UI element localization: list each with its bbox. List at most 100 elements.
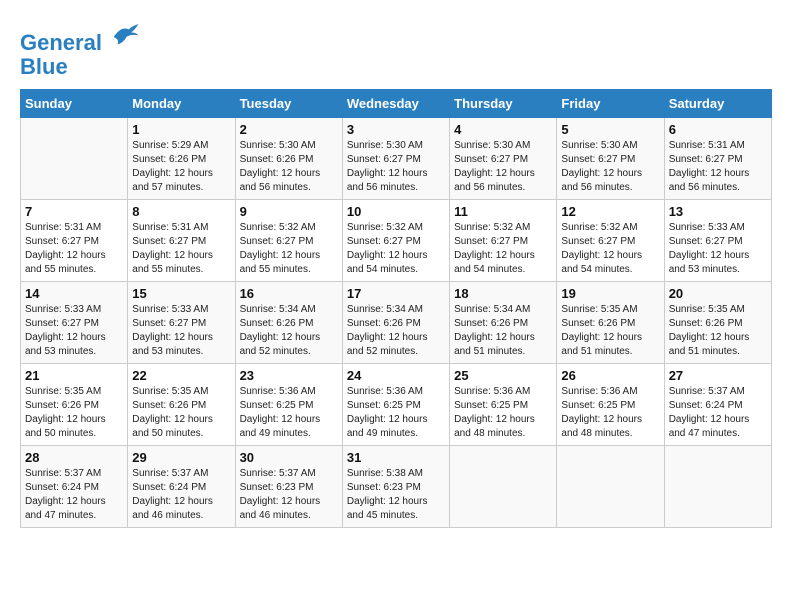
week-row-4: 21 Sunrise: 5:35 AMSunset: 6:26 PMDayligh…	[21, 364, 772, 446]
day-cell: 5 Sunrise: 5:30 AMSunset: 6:27 PMDaylight…	[557, 118, 664, 200]
day-info: Sunrise: 5:36 AMSunset: 6:25 PMDaylight:…	[347, 385, 445, 441]
day-cell: 20 Sunrise: 5:35 AMSunset: 6:26 PMDayligh…	[664, 282, 771, 364]
day-number: 1	[132, 122, 230, 137]
calendar-header-row: SundayMondayTuesdayWednesdayThursdayFrid…	[21, 90, 772, 118]
day-info: Sunrise: 5:36 AMSunset: 6:25 PMDaylight:…	[454, 385, 552, 441]
day-info: Sunrise: 5:34 AMSunset: 6:26 PMDaylight:…	[454, 303, 552, 359]
day-number: 29	[132, 450, 230, 465]
day-number: 8	[132, 204, 230, 219]
day-cell	[450, 446, 557, 528]
day-info: Sunrise: 5:35 AMSunset: 6:26 PMDaylight:…	[25, 385, 123, 441]
day-cell: 16 Sunrise: 5:34 AMSunset: 6:26 PMDayligh…	[235, 282, 342, 364]
day-info: Sunrise: 5:31 AMSunset: 6:27 PMDaylight:…	[25, 221, 123, 277]
week-row-1: 1 Sunrise: 5:29 AMSunset: 6:26 PMDaylight…	[21, 118, 772, 200]
day-info: Sunrise: 5:32 AMSunset: 6:27 PMDaylight:…	[240, 221, 338, 277]
day-number: 2	[240, 122, 338, 137]
day-cell: 18 Sunrise: 5:34 AMSunset: 6:26 PMDayligh…	[450, 282, 557, 364]
day-cell: 13Sunrise: 5:33 AMSunset: 6:27 PMDayligh…	[664, 200, 771, 282]
day-info: Sunrise: 5:32 AMSunset: 6:27 PMDaylight:…	[454, 221, 552, 277]
header-sunday: Sunday	[21, 90, 128, 118]
day-number: 11	[454, 204, 552, 219]
day-info: Sunrise: 5:31 AMSunset: 6:27 PMDaylight:…	[669, 139, 767, 195]
day-info: Sunrise: 5:38 AMSunset: 6:23 PMDaylight:…	[347, 467, 445, 523]
day-info: Sunrise: 5:34 AMSunset: 6:26 PMDaylight:…	[240, 303, 338, 359]
day-number: 16	[240, 286, 338, 301]
day-number: 18	[454, 286, 552, 301]
header-tuesday: Tuesday	[235, 90, 342, 118]
day-cell: 8Sunrise: 5:31 AMSunset: 6:27 PMDaylight…	[128, 200, 235, 282]
day-cell: 30Sunrise: 5:37 AMSunset: 6:23 PMDayligh…	[235, 446, 342, 528]
day-number: 21	[25, 368, 123, 383]
day-number: 31	[347, 450, 445, 465]
day-cell	[557, 446, 664, 528]
header-wednesday: Wednesday	[342, 90, 449, 118]
header-friday: Friday	[557, 90, 664, 118]
day-number: 5	[561, 122, 659, 137]
day-cell: 29 Sunrise: 5:37 AMSunset: 6:24 PMDayligh…	[128, 446, 235, 528]
day-number: 22	[132, 368, 230, 383]
day-cell: 22 Sunrise: 5:35 AMSunset: 6:26 PMDayligh…	[128, 364, 235, 446]
day-cell: 17 Sunrise: 5:34 AMSunset: 6:26 PMDayligh…	[342, 282, 449, 364]
day-number: 24	[347, 368, 445, 383]
day-cell: 24 Sunrise: 5:36 AMSunset: 6:25 PMDayligh…	[342, 364, 449, 446]
logo-bird-icon	[110, 20, 140, 50]
day-info: Sunrise: 5:36 AMSunset: 6:25 PMDaylight:…	[561, 385, 659, 441]
day-number: 20	[669, 286, 767, 301]
day-info: Sunrise: 5:34 AMSunset: 6:26 PMDaylight:…	[347, 303, 445, 359]
header-saturday: Saturday	[664, 90, 771, 118]
day-number: 28	[25, 450, 123, 465]
day-number: 30	[240, 450, 338, 465]
day-number: 10	[347, 204, 445, 219]
day-info: Sunrise: 5:32 AMSunset: 6:27 PMDaylight:…	[347, 221, 445, 277]
day-cell: 4Sunrise: 5:30 AMSunset: 6:27 PMDaylight…	[450, 118, 557, 200]
day-cell: 2 Sunrise: 5:30 AMSunset: 6:26 PMDaylight…	[235, 118, 342, 200]
day-info: Sunrise: 5:36 AMSunset: 6:25 PMDaylight:…	[240, 385, 338, 441]
logo-general: General	[20, 30, 102, 55]
day-number: 26	[561, 368, 659, 383]
day-number: 9	[240, 204, 338, 219]
day-number: 7	[25, 204, 123, 219]
day-cell: 19Sunrise: 5:35 AMSunset: 6:26 PMDayligh…	[557, 282, 664, 364]
day-cell	[21, 118, 128, 200]
day-cell: 23 Sunrise: 5:36 AMSunset: 6:25 PMDayligh…	[235, 364, 342, 446]
day-cell: 11 Sunrise: 5:32 AMSunset: 6:27 PMDayligh…	[450, 200, 557, 282]
day-info: Sunrise: 5:37 AMSunset: 6:24 PMDaylight:…	[669, 385, 767, 441]
day-info: Sunrise: 5:35 AMSunset: 6:26 PMDaylight:…	[669, 303, 767, 359]
week-row-5: 28 Sunrise: 5:37 AMSunset: 6:24 PMDayligh…	[21, 446, 772, 528]
day-cell: 27 Sunrise: 5:37 AMSunset: 6:24 PMDayligh…	[664, 364, 771, 446]
day-cell: 28Sunrise: 5:37 AMSunset: 6:24 PMDayligh…	[21, 446, 128, 528]
day-cell: 15Sunrise: 5:33 AMSunset: 6:27 PMDayligh…	[128, 282, 235, 364]
day-cell: 9 Sunrise: 5:32 AMSunset: 6:27 PMDaylight…	[235, 200, 342, 282]
day-info: Sunrise: 5:37 AMSunset: 6:24 PMDaylight:…	[132, 467, 230, 523]
week-row-3: 14Sunrise: 5:33 AMSunset: 6:27 PMDayligh…	[21, 282, 772, 364]
day-number: 17	[347, 286, 445, 301]
day-number: 23	[240, 368, 338, 383]
calendar-table: SundayMondayTuesdayWednesdayThursdayFrid…	[20, 89, 772, 528]
day-info: Sunrise: 5:35 AMSunset: 6:26 PMDaylight:…	[132, 385, 230, 441]
day-cell: 6Sunrise: 5:31 AMSunset: 6:27 PMDaylight…	[664, 118, 771, 200]
day-cell: 31 Sunrise: 5:38 AMSunset: 6:23 PMDayligh…	[342, 446, 449, 528]
day-cell: 26 Sunrise: 5:36 AMSunset: 6:25 PMDayligh…	[557, 364, 664, 446]
day-number: 4	[454, 122, 552, 137]
logo-blue: Blue	[20, 54, 68, 79]
logo: General Blue	[20, 20, 140, 79]
day-cell: 21 Sunrise: 5:35 AMSunset: 6:26 PMDayligh…	[21, 364, 128, 446]
header-monday: Monday	[128, 90, 235, 118]
day-number: 27	[669, 368, 767, 383]
day-cell	[664, 446, 771, 528]
day-info: Sunrise: 5:30 AMSunset: 6:27 PMDaylight:…	[347, 139, 445, 195]
day-info: Sunrise: 5:32 AMSunset: 6:27 PMDaylight:…	[561, 221, 659, 277]
day-info: Sunrise: 5:30 AMSunset: 6:27 PMDaylight:…	[561, 139, 659, 195]
week-row-2: 7 Sunrise: 5:31 AMSunset: 6:27 PMDaylight…	[21, 200, 772, 282]
day-number: 12	[561, 204, 659, 219]
day-info: Sunrise: 5:33 AMSunset: 6:27 PMDaylight:…	[669, 221, 767, 277]
day-info: Sunrise: 5:30 AMSunset: 6:26 PMDaylight:…	[240, 139, 338, 195]
day-info: Sunrise: 5:33 AMSunset: 6:27 PMDaylight:…	[132, 303, 230, 359]
day-number: 3	[347, 122, 445, 137]
day-info: Sunrise: 5:35 AMSunset: 6:26 PMDaylight:…	[561, 303, 659, 359]
logo-text: General Blue	[20, 20, 140, 79]
day-cell: 1 Sunrise: 5:29 AMSunset: 6:26 PMDaylight…	[128, 118, 235, 200]
day-cell: 12 Sunrise: 5:32 AMSunset: 6:27 PMDayligh…	[557, 200, 664, 282]
day-info: Sunrise: 5:29 AMSunset: 6:26 PMDaylight:…	[132, 139, 230, 195]
day-number: 25	[454, 368, 552, 383]
